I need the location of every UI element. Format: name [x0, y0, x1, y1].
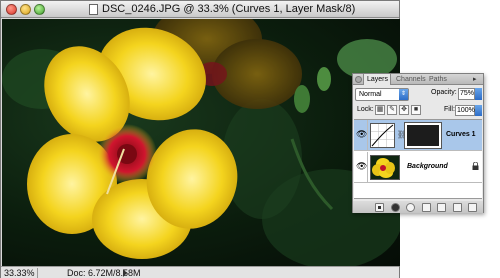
eye-icon[interactable]: 👁 [356, 129, 367, 139]
layers-panel: Layers Channels Paths ▸ Normal ⇕ Opacity… [352, 73, 484, 213]
lock-label: Lock: [357, 106, 374, 113]
layer-name-curves[interactable]: Curves 1 [446, 131, 476, 138]
status-bar: 33.33% Doc: 6.72M/8.58M [1, 266, 399, 278]
tab-paths[interactable]: Paths [426, 74, 450, 85]
close-icon[interactable] [6, 4, 17, 15]
status-menu-arrow-icon[interactable] [123, 269, 127, 277]
lock-icon [472, 162, 479, 170]
visibility-divider [367, 152, 368, 183]
flower-thumbnail-image [371, 156, 399, 179]
document-size-info: Doc: 6.72M/8.58M [67, 268, 141, 278]
blend-opacity-row: Normal ⇕ Opacity: 75% [355, 88, 482, 103]
opacity-slider-arrow-icon[interactable] [475, 88, 482, 100]
lock-all-icon[interactable]: ■ [411, 105, 421, 115]
background-thumbnail[interactable] [370, 155, 400, 180]
curves-adjustment-icon[interactable] [370, 123, 395, 148]
blend-mode-select[interactable]: Normal ⇕ [355, 88, 409, 101]
fill-label: Fill: [444, 106, 455, 113]
tab-layers[interactable]: Layers [363, 74, 391, 85]
panel-tab-bar: Layers Channels Paths ▸ [353, 74, 483, 85]
adjustment-layer-icon[interactable] [422, 203, 431, 212]
add-mask-icon[interactable] [406, 203, 415, 212]
lock-transparency-icon[interactable]: ▦ [375, 105, 385, 115]
lock-pixels-icon[interactable]: ✎ [387, 105, 397, 115]
layer-mask-thumbnail[interactable] [404, 122, 442, 149]
lock-fill-row: Lock: ▦ ✎ ✥ ■ Fill: 100% [355, 105, 482, 118]
curves-graph-icon [371, 124, 394, 147]
layer-row-background[interactable]: 👁 Background [354, 152, 482, 183]
layer-name-background[interactable]: Background [407, 163, 448, 170]
fill-field[interactable]: 100% [455, 105, 475, 116]
panel-close-icon[interactable] [355, 76, 362, 83]
blend-mode-value: Normal [359, 91, 382, 98]
zoom-icon[interactable] [34, 4, 45, 15]
eye-icon[interactable]: 👁 [356, 161, 367, 171]
visibility-divider [367, 120, 368, 151]
document-icon [89, 4, 98, 15]
tab-channels[interactable]: Channels [393, 74, 426, 85]
minimize-icon[interactable] [20, 4, 31, 15]
panel-menu-icon[interactable]: ▸ [473, 76, 480, 83]
title-bar[interactable]: DSC_0246.JPG @ 33.3% (Curves 1, Layer Ma… [1, 1, 399, 18]
opacity-label: Opacity: [431, 89, 457, 96]
hibiscus-photo [2, 19, 400, 266]
layers-list: 👁 ⛓ Curves 1 👁 Background [354, 119, 482, 199]
window-title: DSC_0246.JPG @ 33.3% (Curves 1, Layer Ma… [102, 3, 356, 15]
link-layers-icon[interactable] [375, 203, 384, 212]
new-layer-icon[interactable] [453, 203, 462, 212]
lock-position-icon[interactable]: ✥ [399, 105, 409, 115]
layer-style-icon[interactable] [391, 203, 400, 212]
opacity-field[interactable]: 75% [458, 88, 475, 100]
document-window: DSC_0246.JPG @ 33.3% (Curves 1, Layer Ma… [0, 0, 400, 278]
select-arrows-icon: ⇕ [399, 89, 408, 100]
panel-footer [353, 201, 483, 213]
zoom-level[interactable]: 33.33% [4, 268, 38, 278]
new-group-icon[interactable] [437, 203, 446, 212]
fill-slider-arrow-icon[interactable] [475, 105, 482, 116]
layer-row-curves[interactable]: 👁 ⛓ Curves 1 [354, 120, 482, 151]
trash-icon[interactable] [468, 203, 477, 212]
image-canvas[interactable] [2, 19, 400, 266]
